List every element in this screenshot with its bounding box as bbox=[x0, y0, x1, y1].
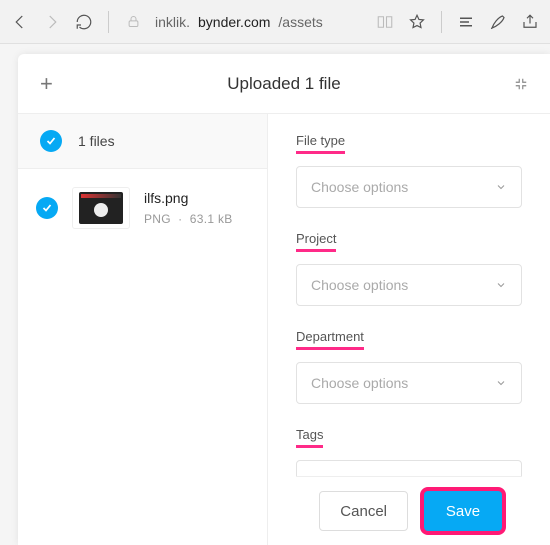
back-icon[interactable] bbox=[10, 12, 30, 32]
file-type-label: File type bbox=[296, 133, 345, 154]
lock-icon bbox=[123, 12, 143, 32]
add-icon[interactable]: + bbox=[40, 71, 53, 97]
panel-header: + Uploaded 1 file bbox=[18, 54, 550, 114]
notes-icon[interactable] bbox=[488, 12, 508, 32]
toolbar-divider bbox=[441, 11, 442, 33]
url-prefix: inklik. bbox=[155, 14, 190, 30]
check-icon bbox=[36, 197, 58, 219]
url-path: /assets bbox=[278, 14, 322, 30]
collapse-icon[interactable] bbox=[514, 77, 528, 91]
forward-icon[interactable] bbox=[42, 12, 62, 32]
chevron-down-icon bbox=[495, 279, 507, 291]
toolbar-divider bbox=[108, 11, 109, 33]
project-select[interactable]: Choose options bbox=[296, 264, 522, 306]
reading-view-icon[interactable] bbox=[375, 12, 395, 32]
form-footer: Cancel Save bbox=[296, 476, 522, 545]
file-type-select[interactable]: Choose options bbox=[296, 166, 522, 208]
file-thumbnail bbox=[72, 187, 130, 229]
refresh-icon[interactable] bbox=[74, 12, 94, 32]
chevron-down-icon bbox=[495, 181, 507, 193]
check-icon bbox=[40, 130, 62, 152]
department-label: Department bbox=[296, 329, 364, 350]
url-bar[interactable]: inklik. bynder.com/assets bbox=[155, 14, 323, 30]
hub-icon[interactable] bbox=[456, 12, 476, 32]
department-select[interactable]: Choose options bbox=[296, 362, 522, 404]
url-domain: bynder.com bbox=[198, 14, 270, 30]
chevron-down-icon bbox=[495, 377, 507, 389]
browser-toolbar: inklik. bynder.com/assets bbox=[0, 0, 550, 44]
field-file-type: File type Choose options bbox=[296, 132, 522, 208]
file-meta: ilfs.png PNG · 63.1 kB bbox=[144, 190, 233, 226]
file-summary-row[interactable]: 1 files bbox=[18, 114, 267, 169]
file-count-label: 1 files bbox=[78, 133, 115, 149]
select-placeholder: Choose options bbox=[311, 179, 408, 195]
upload-panel: + Uploaded 1 file 1 files bbox=[18, 54, 550, 545]
tags-input[interactable]: Add tags... bbox=[296, 460, 522, 476]
share-icon[interactable] bbox=[520, 12, 540, 32]
file-row[interactable]: ilfs.png PNG · 63.1 kB bbox=[18, 169, 267, 247]
field-department: Department Choose options bbox=[296, 328, 522, 404]
toolbar-actions bbox=[375, 11, 540, 33]
field-project: Project Choose options bbox=[296, 230, 522, 306]
cancel-button[interactable]: Cancel bbox=[319, 491, 408, 531]
select-placeholder: Choose options bbox=[311, 375, 408, 391]
save-button[interactable]: Save bbox=[424, 491, 502, 531]
panel-title: Uploaded 1 file bbox=[227, 74, 340, 94]
project-label: Project bbox=[296, 231, 336, 252]
file-list-panel: 1 files ilfs.png PNG · 63.1 kB bbox=[18, 114, 268, 545]
metadata-form: File type Choose options Project Choose … bbox=[268, 114, 550, 545]
file-subtext: PNG · 63.1 kB bbox=[144, 212, 233, 226]
select-placeholder: Choose options bbox=[311, 277, 408, 293]
file-name: ilfs.png bbox=[144, 190, 233, 206]
tags-label: Tags bbox=[296, 427, 323, 448]
favorite-icon[interactable] bbox=[407, 12, 427, 32]
field-tags: Tags Add tags... bbox=[296, 426, 522, 476]
